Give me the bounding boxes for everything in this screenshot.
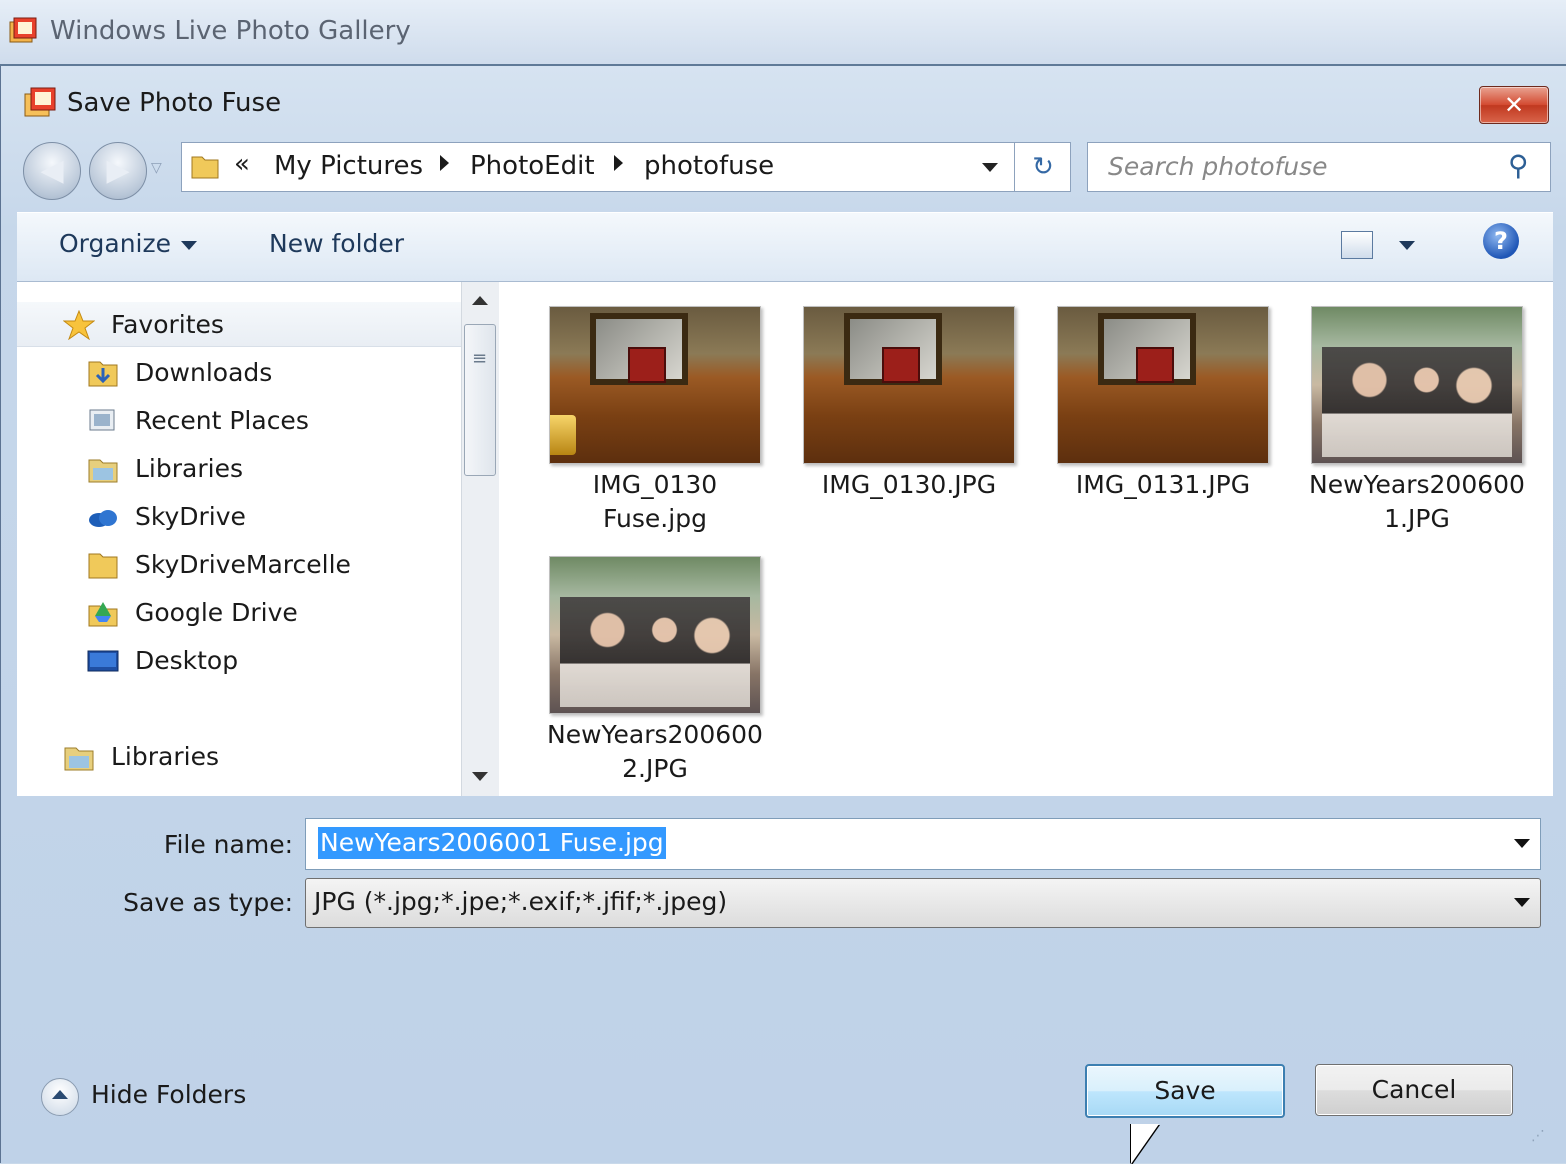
organize-label: Organize <box>59 229 171 258</box>
sidebar-item-label: Desktop <box>135 646 239 675</box>
save-type-value: JPG (*.jpg;*.jpe;*.exif;*.jfif;*.jpeg) <box>314 887 728 916</box>
breadcrumb-photofuse[interactable]: photofuse <box>644 151 774 181</box>
scroll-grip-icon: ≡ <box>472 348 488 369</box>
scroll-up-icon[interactable] <box>472 296 488 305</box>
sidebar-item-label: Google Drive <box>135 598 298 627</box>
file-name: IMG_0130 Fuse.jpg <box>592 470 718 533</box>
sidebar-item-libraries[interactable]: Libraries <box>17 446 463 490</box>
help-icon[interactable]: ? <box>1483 223 1519 259</box>
skydrive-icon <box>89 510 117 527</box>
sidebar-item-favorites[interactable]: Favorites <box>17 302 463 347</box>
libraries-icon <box>64 747 94 771</box>
file-name-field[interactable]: NewYears2006001 Fuse.jpg <box>318 827 666 859</box>
recent-places-icon <box>89 409 115 431</box>
photo-gallery-icon <box>9 17 37 43</box>
thumbnail <box>549 306 761 464</box>
breadcrumb-separator[interactable] <box>440 155 449 171</box>
scroll-down-icon[interactable] <box>472 772 488 781</box>
thumbnail <box>549 556 761 714</box>
refresh-button[interactable]: ↻ <box>1014 143 1071 191</box>
downloads-folder-icon <box>88 361 118 387</box>
sidebar-item-label: SkyDrive <box>135 502 246 531</box>
sidebar-item-label: Favorites <box>111 310 224 339</box>
sidebar-item-desktop[interactable]: Desktop <box>17 638 463 682</box>
navigation-scrollbar[interactable]: ≡ <box>461 282 500 796</box>
sidebar-item-label: SkyDriveMarcelle <box>135 550 351 579</box>
hide-folders-button[interactable]: Hide Folders <box>41 1076 261 1120</box>
chevron-down-icon[interactable] <box>1514 898 1530 907</box>
google-drive-icon <box>88 602 118 627</box>
file-list: IMG_0130 Fuse.jpg IMG_0130.JPG IMG_0131.J… <box>499 282 1553 796</box>
scroll-thumb[interactable] <box>464 324 496 476</box>
breadcrumb-my-pictures[interactable]: My Pictures <box>274 151 423 181</box>
forward-button[interactable]: ▶ <box>89 142 147 200</box>
photo-fuse-icon <box>24 87 56 117</box>
search-input[interactable] <box>1106 151 1490 182</box>
folder-icon <box>191 156 219 179</box>
sidebar-item-label: Recent Places <box>135 406 309 435</box>
app-title: Windows Live Photo Gallery <box>50 16 411 46</box>
view-mode-icon[interactable] <box>1341 231 1373 259</box>
save-type-select[interactable]: JPG (*.jpg;*.jpe;*.exif;*.jfif;*.jpeg) <box>305 878 1541 928</box>
view-dropdown-icon[interactable] <box>1399 241 1415 250</box>
sidebar-item-skydrive[interactable]: SkyDrive <box>17 494 463 538</box>
mouse-cursor-icon <box>1131 1124 1159 1164</box>
close-button[interactable]: ✕ <box>1479 86 1549 124</box>
file-name-label: File name: <box>163 830 293 859</box>
thumbnail <box>1311 306 1523 464</box>
sidebar-item-skydrivemarcelle[interactable]: SkyDriveMarcelle <box>17 542 463 586</box>
save-dialog: Save Photo Fuse ✕ ◀ ▶ ▽ « My Pictures Ph… <box>0 66 1566 1164</box>
sidebar-item-label: Libraries <box>135 454 243 483</box>
file-name: IMG_0130.JPG <box>821 470 997 499</box>
cancel-button[interactable]: Cancel <box>1315 1064 1513 1116</box>
back-button[interactable]: ◀ <box>23 142 81 200</box>
dialog-title: Save Photo Fuse <box>67 88 282 118</box>
file-name: NewYears200600 2.JPG <box>547 720 763 783</box>
address-bar[interactable]: « My Pictures PhotoEdit photofuse ↻ <box>181 142 1071 192</box>
recent-locations-dropdown[interactable]: ▽ <box>151 160 162 176</box>
libraries-icon <box>88 459 118 483</box>
file-name: NewYears200600 1.JPG <box>1309 470 1525 533</box>
sidebar-item-recent-places[interactable]: Recent Places <box>17 398 463 442</box>
sidebar-item-downloads[interactable]: Downloads <box>17 350 463 394</box>
navigation-pane: Favorites Downloads Recent Places Librar… <box>17 282 463 796</box>
sidebar-item-label: Downloads <box>135 358 273 387</box>
chevron-up-icon <box>41 1078 79 1116</box>
hide-folders-label: Hide Folders <box>91 1080 247 1109</box>
refresh-icon: ↻ <box>1032 152 1054 182</box>
organize-button[interactable]: Organize <box>59 229 197 258</box>
file-name-dropdown-icon[interactable] <box>1514 839 1530 848</box>
toolbar: Organize New folder ? <box>17 212 1553 282</box>
thumbnail <box>803 306 1015 464</box>
chevron-down-icon <box>181 240 197 250</box>
desktop-icon <box>87 650 119 672</box>
file-name-combobox[interactable]: NewYears2006001 Fuse.jpg <box>305 818 1541 870</box>
sidebar-item-google-drive[interactable]: Google Drive <box>17 590 463 634</box>
app-title-bar: Windows Live Photo Gallery <box>0 0 1566 66</box>
sidebar-item-libraries-root[interactable]: Libraries <box>17 734 463 778</box>
thumbnail <box>1057 306 1269 464</box>
forward-arrow-icon: ▶ <box>106 153 130 188</box>
folder-icon <box>88 553 118 579</box>
close-icon: ✕ <box>1503 91 1525 119</box>
address-overflow-chevron[interactable]: « <box>234 149 250 179</box>
lock-icon <box>550 415 576 455</box>
new-folder-button[interactable]: New folder <box>269 229 404 258</box>
save-type-label: Save as type: <box>123 888 293 917</box>
save-button[interactable]: Save <box>1085 1064 1285 1118</box>
breadcrumb-separator[interactable] <box>614 155 623 171</box>
star-icon <box>63 310 95 340</box>
back-arrow-icon: ◀ <box>40 153 64 188</box>
sidebar-item-label: Libraries <box>111 742 219 771</box>
breadcrumb-photoedit[interactable]: PhotoEdit <box>470 151 595 181</box>
address-dropdown-icon[interactable] <box>982 163 998 172</box>
search-box[interactable]: ⚲ <box>1087 142 1551 192</box>
file-name: IMG_0131.JPG <box>1075 470 1251 499</box>
search-icon[interactable]: ⚲ <box>1508 149 1529 182</box>
resize-grip-icon[interactable]: ⋰ <box>1531 1128 1545 1144</box>
